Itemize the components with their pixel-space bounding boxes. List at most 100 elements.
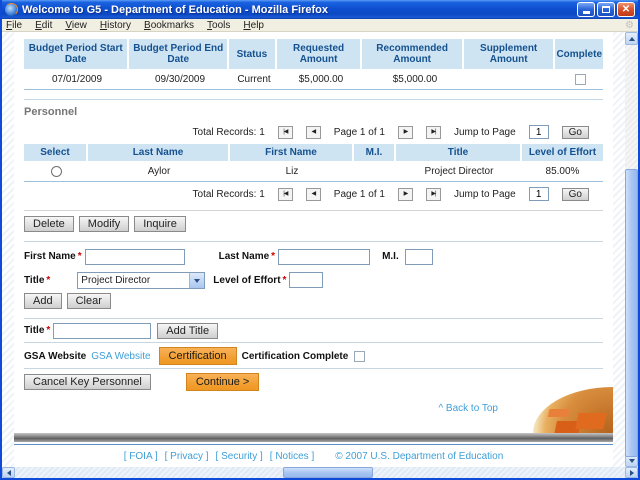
browser-window: Welcome to G5 - Department of Education … [0,0,640,480]
requested-value: $5,000.00 [298,73,344,85]
jump-to-page-input[interactable] [528,125,549,140]
delete-button[interactable]: Delete [24,215,74,232]
cancel-continue-row: Cancel Key Personnel Continue > [24,373,603,391]
mi-input[interactable] [404,248,433,265]
page-background: Budget Period Start Date Budget Period E… [2,32,625,467]
close-button[interactable]: ✕ [617,2,635,17]
last-page-icon[interactable]: ▶| [425,125,441,139]
personnel-table-header: Select Last Name First Name M.I. Title L… [24,144,603,162]
privacy-link[interactable]: [ Privacy ] [165,451,209,462]
throbber-icon: ⚙ [625,20,634,31]
personnel-pager-top: Total Records: 1 |◀ ◀ Page 1 of 1 ▶ ▶| J… [24,124,589,140]
gsa-website-link[interactable]: GSA Website [91,351,150,362]
supplement-value [466,69,558,89]
first-page-icon[interactable]: |◀ [277,187,293,201]
effort-input[interactable] [289,272,324,289]
menu-help[interactable]: Help [243,20,264,31]
chevron-down-icon[interactable] [189,272,205,288]
go-button[interactable]: Go [561,187,589,201]
menu-bar: File Edit View History Bookmarks Tools H… [2,19,638,32]
foia-link[interactable]: [ FOIA ] [124,451,158,462]
window-title: Welcome to G5 - Department of Education … [22,3,328,16]
recommended-value: $5,000.00 [392,73,438,85]
vertical-scroll-track[interactable] [625,45,638,457]
scroll-right-button[interactable] [625,467,638,478]
divider [24,240,603,242]
vertical-scroll-thumb[interactable] [625,169,638,457]
title-select[interactable]: Project Director [77,271,206,289]
jump-to-page-input[interactable] [528,187,549,202]
modify-button[interactable]: Modify [78,215,130,232]
notices-link[interactable]: [ Notices ] [270,451,314,462]
minimize-button[interactable] [577,2,595,17]
last-name-label: Last Name [218,251,270,263]
divider [24,342,603,343]
effort-label: Level of Effort [213,274,281,286]
scroll-left-button[interactable] [2,467,15,478]
maximize-icon [602,6,610,13]
inquire-button[interactable]: Inquire [134,215,186,232]
first-name-input[interactable] [84,248,185,265]
arrow-right-icon [629,469,637,476]
page-footer: [ FOIA ] [ Privacy ] [ Security ] [ Noti… [14,445,613,467]
scroll-up-button[interactable] [625,32,638,45]
back-to-top-link[interactable]: ^ Back to Top [438,403,498,414]
continue-button[interactable]: Continue > [185,373,260,391]
last-name-input[interactable] [278,248,371,265]
certification-complete-checkbox[interactable] [354,350,366,362]
menu-bookmarks[interactable]: Bookmarks [144,20,194,31]
personnel-section-label: Personnel [24,99,603,118]
certification-button[interactable]: Certification [158,347,237,365]
new-title-label: Title [24,325,45,337]
horizontal-scroll-thumb[interactable] [283,467,374,478]
next-page-icon[interactable]: ▶ [397,187,413,201]
budget-table: Budget Period Start Date Budget Period E… [24,39,603,90]
menu-view[interactable]: View [65,20,87,31]
horizontal-scroll-track[interactable] [15,467,625,478]
go-button[interactable]: Go [561,125,589,139]
mi-label: M.I. [382,251,399,263]
select-radio[interactable] [50,165,62,177]
menu-edit[interactable]: Edit [35,20,52,31]
add-title-button[interactable]: Add Title [157,322,219,339]
vertical-scrollbar[interactable] [625,32,638,467]
last-name-value: Aylor [147,165,171,177]
maximize-button[interactable] [597,2,615,17]
arrow-left-icon [4,469,11,476]
record-actions: Delete Modify Inquire [24,215,603,232]
minimize-icon [582,11,590,14]
clear-button[interactable]: Clear [66,292,111,309]
menu-file[interactable]: File [6,20,22,31]
col-supplement: Supplement Amount [463,39,556,69]
menu-tools[interactable]: Tools [207,20,230,31]
new-title-input[interactable] [53,322,152,339]
cancel-key-personnel-button[interactable]: Cancel Key Personnel [24,374,151,390]
required-marker: * [46,274,51,286]
col-complete: Complete [555,39,603,69]
page-content: Budget Period Start Date Budget Period E… [14,32,613,467]
next-page-icon[interactable]: ▶ [397,125,413,139]
col-select: Select [24,144,88,162]
col-requested: Requested Amount [276,39,363,69]
close-icon: ✕ [621,3,631,15]
total-records-label: Total Records: 1 [192,188,265,200]
jump-to-page-label: Jump to Page [453,188,516,200]
last-page-icon[interactable]: ▶| [425,187,441,201]
add-button[interactable]: Add [24,292,62,309]
col-title: Title [396,144,522,162]
budget-row: 07/01/2009 09/30/2009 Current $5,000.00 … [24,69,603,90]
add-clear-actions: Add Clear [24,292,603,309]
complete-checkbox[interactable] [575,73,586,85]
personnel-pager-bottom: Total Records: 1 |◀ ◀ Page 1 of 1 ▶ ▶| J… [24,186,589,202]
certification-complete-label: Certification Complete [241,350,349,362]
col-effort: Level of Effort [522,144,603,162]
title-select-value: Project Director [81,274,151,286]
first-page-icon[interactable]: |◀ [277,125,293,139]
required-marker: * [282,274,287,286]
prev-page-icon[interactable]: ◀ [305,187,321,201]
horizontal-scrollbar[interactable] [2,467,638,478]
security-link[interactable]: [ Security ] [216,451,263,462]
prev-page-icon[interactable]: ◀ [305,125,321,139]
menu-history[interactable]: History [100,20,131,31]
budget-end-value: 09/30/2009 [154,73,206,85]
